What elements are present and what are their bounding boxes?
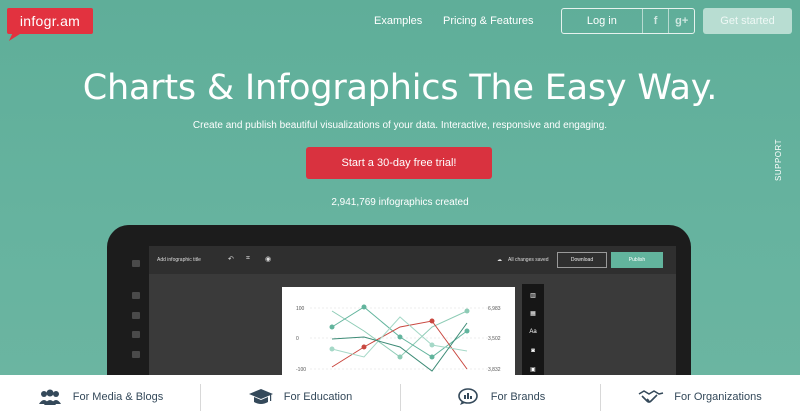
rail-icon[interactable] — [132, 292, 140, 299]
category-label: For Education — [283, 390, 353, 403]
logo[interactable]: infogr.am — [7, 8, 93, 34]
text-icon[interactable]: Aa — [527, 329, 539, 335]
editor-chart-canvas: 100 0 -100 6,983 3,502 3,832 — [282, 287, 515, 382]
chart-icon[interactable]: ⌗ — [246, 255, 250, 263]
category-education[interactable]: For Education — [200, 375, 400, 418]
editor-right-tools: ▥ ▦ Aa ◙ ▣ — [522, 284, 544, 379]
graduation-cap-icon — [248, 388, 274, 406]
y-label-right: 3,832 — [488, 367, 501, 373]
category-organizations[interactable]: For Organizations — [600, 375, 800, 418]
rail-icon[interactable] — [132, 331, 140, 338]
rail-icon[interactable] — [132, 312, 140, 319]
category-brands[interactable]: For Brands — [400, 375, 600, 418]
rail-icon[interactable] — [132, 351, 140, 358]
people-icon — [37, 388, 63, 406]
map-icon[interactable]: ▦ — [527, 310, 539, 317]
facebook-icon[interactable]: f — [643, 9, 669, 33]
free-trial-button[interactable]: Start a 30-day free trial! — [306, 147, 492, 179]
get-started-button[interactable]: Get started — [703, 8, 792, 34]
editor-left-rail — [128, 256, 144, 376]
undo-icon[interactable]: ↶ — [228, 255, 234, 263]
page-headline: Charts & Infographics The Easy Way. — [82, 68, 718, 108]
camera-icon[interactable]: ◙ — [527, 348, 539, 354]
saved-status: All changes saved — [508, 257, 549, 263]
category-label: For Organizations — [674, 390, 762, 403]
bar-chart-icon[interactable]: ▥ — [527, 292, 539, 299]
y-label-right: 3,502 — [488, 336, 501, 342]
speech-bubble-icon — [455, 387, 481, 406]
y-label-right: 6,983 — [488, 306, 501, 312]
category-label: For Media & Blogs — [72, 390, 164, 403]
media-icon[interactable]: ▣ — [527, 366, 539, 373]
category-media-blogs[interactable]: For Media & Blogs — [0, 375, 200, 418]
y-label: -100 — [296, 367, 306, 373]
category-bar: For Media & Blogs For Education For Bran… — [0, 375, 800, 418]
publish-button[interactable]: Publish — [611, 252, 663, 268]
download-button[interactable]: Download — [557, 252, 607, 268]
y-label: 0 — [296, 336, 299, 342]
support-tab[interactable]: SUPPORT — [774, 130, 788, 190]
nav-pricing-link[interactable]: Pricing & Features — [443, 15, 533, 27]
infographics-counter: 2,941,769 infographics created — [331, 197, 469, 208]
infographic-title-field[interactable]: Add infographic title — [157, 257, 201, 263]
category-label: For Brands — [490, 390, 546, 403]
cloud-icon: ☁ — [497, 257, 502, 263]
eye-icon[interactable]: ◉ — [265, 255, 271, 263]
y-label: 100 — [296, 306, 305, 312]
login-group: Log in f g+ — [561, 8, 695, 34]
nav-examples-link[interactable]: Examples — [374, 15, 422, 27]
login-button[interactable]: Log in — [562, 9, 643, 33]
page-subtitle: Create and publish beautiful visualizati… — [192, 120, 608, 131]
google-plus-icon[interactable]: g+ — [668, 9, 694, 33]
user-icon[interactable] — [132, 260, 140, 267]
handshake-icon — [638, 388, 664, 406]
